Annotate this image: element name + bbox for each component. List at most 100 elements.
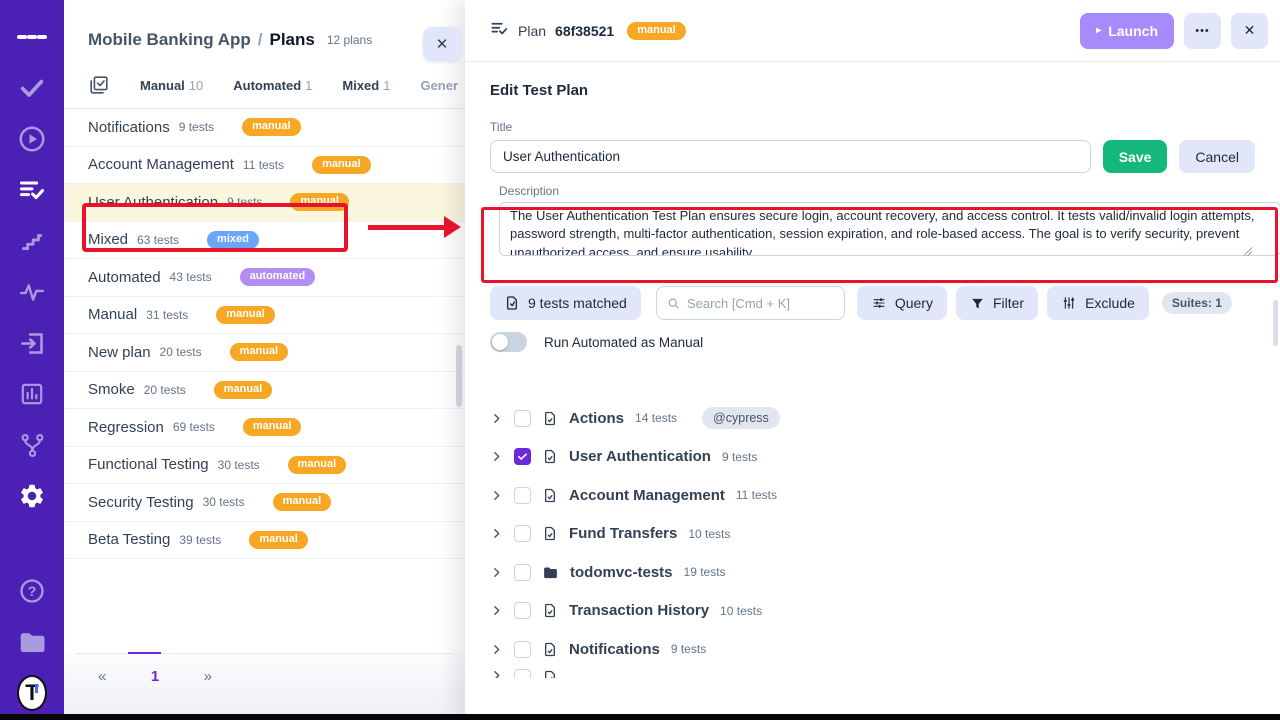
plan-list-item[interactable]: Notifications 9 tests manual — [64, 109, 465, 147]
reports-icon[interactable] — [17, 379, 47, 409]
search-input[interactable] — [687, 296, 834, 311]
plan-type-badge: manual — [230, 343, 289, 361]
pagination-prev-button[interactable]: « — [98, 668, 136, 685]
search-box — [656, 286, 845, 320]
title-input[interactable] — [490, 140, 1091, 173]
suite-checkbox[interactable] — [514, 669, 531, 678]
exclude-button[interactable]: Exclude — [1047, 286, 1149, 320]
description-textarea[interactable]: The User Authentication Test Plan ensure… — [499, 202, 1280, 256]
menu-icon[interactable] — [17, 22, 47, 52]
plan-list-item[interactable]: Functional Testing 30 tests manual — [64, 447, 465, 485]
plan-list-item[interactable]: Manual 31 tests manual — [64, 297, 465, 335]
select-all-icon[interactable] — [88, 74, 110, 96]
plans-panel-close-button[interactable]: ✕ — [423, 27, 461, 61]
suite-row[interactable]: todomvc-tests 19 tests — [490, 553, 1255, 592]
main-scrollbar-thumb[interactable] — [1273, 300, 1278, 346]
chevron-right-icon[interactable] — [490, 489, 503, 502]
sign-in-icon[interactable] — [17, 328, 47, 358]
plans-filter-tab[interactable]: Gener — [420, 78, 462, 93]
suite-name: Transaction History — [569, 602, 709, 619]
plans-scrollbar-thumb[interactable] — [456, 345, 462, 407]
play-circle-icon[interactable] — [17, 124, 47, 154]
suite-checkbox[interactable] — [514, 410, 531, 427]
query-button[interactable]: Query — [857, 286, 947, 320]
suite-checkbox[interactable] — [514, 602, 531, 619]
check-icon[interactable] — [17, 73, 47, 103]
activity-icon[interactable] — [17, 277, 47, 307]
plan-list-item[interactable]: Beta Testing 39 tests manual — [64, 522, 465, 560]
pagination-page-1[interactable]: 1 — [136, 668, 174, 685]
chevron-right-icon[interactable] — [490, 604, 503, 617]
plans-filter-tab[interactable]: Manual10 — [140, 78, 203, 93]
plan-list-item[interactable]: User Authentication 9 tests manual — [64, 184, 465, 222]
suite-checkbox[interactable] — [514, 487, 531, 504]
save-button[interactable]: Save — [1103, 140, 1168, 173]
tests-matched-button[interactable]: 9 tests matched — [490, 286, 641, 320]
chevron-right-icon[interactable] — [490, 450, 503, 463]
launch-button[interactable]: ▸ Launch — [1080, 13, 1174, 49]
chevron-right-icon[interactable] — [490, 527, 503, 540]
suite-name: Notifications — [569, 641, 660, 658]
plan-list-item[interactable]: Regression 69 tests manual — [64, 409, 465, 447]
plan-list-item[interactable]: Account Management 11 tests manual — [64, 147, 465, 185]
plan-test-count: 20 tests — [160, 345, 202, 359]
plan-list-item[interactable]: Security Testing 30 tests manual — [64, 484, 465, 522]
suite-checkbox[interactable] — [514, 525, 531, 542]
filter-button[interactable]: Filter — [956, 286, 1038, 320]
search-icon — [667, 296, 680, 311]
help-icon[interactable]: ? — [17, 576, 47, 606]
chevron-right-icon[interactable] — [490, 412, 503, 425]
textarea-resize-handle[interactable] — [1243, 247, 1252, 256]
cancel-button[interactable]: Cancel — [1179, 140, 1255, 173]
projects-folder-icon[interactable] — [17, 627, 47, 657]
plans-list-icon[interactable] — [17, 175, 47, 205]
plans-pagination-area: « 1 » — [64, 653, 465, 715]
close-plan-button[interactable]: ✕ — [1231, 13, 1268, 49]
plans-filter-tab[interactable]: Mixed1 — [342, 78, 390, 93]
plan-name: New plan — [88, 344, 151, 361]
toggle-label: Run Automated as Manual — [544, 335, 703, 350]
plan-type-badge: manual — [288, 456, 347, 474]
plan-test-count: 39 tests — [179, 533, 221, 547]
suite-row[interactable]: Actions 14 tests @cypress — [490, 399, 1255, 438]
suite-row[interactable]: User Authentication 9 tests — [490, 438, 1255, 477]
breadcrumb-project[interactable]: Mobile Banking App — [88, 30, 251, 50]
suite-row[interactable]: Transaction History 10 tests — [490, 592, 1255, 631]
suite-test-count: 10 tests — [688, 527, 730, 541]
chevron-right-icon[interactable] — [490, 669, 503, 678]
plan-type-badge: manual — [216, 306, 275, 324]
suite-checkbox[interactable] — [514, 641, 531, 658]
plan-type-badge: manual — [273, 493, 332, 511]
suite-file-icon — [542, 410, 558, 427]
plan-list-item[interactable]: Smoke 20 tests manual — [64, 372, 465, 410]
suite-file-icon — [542, 448, 558, 465]
description-field-label: Description — [499, 184, 1255, 198]
suite-checkbox[interactable] — [514, 448, 531, 465]
app-logo[interactable]: T — [17, 678, 47, 708]
pagination-next-button[interactable]: » — [174, 668, 212, 685]
suite-checkbox[interactable] — [514, 564, 531, 581]
pagination: « 1 » — [64, 654, 465, 715]
plan-list-item[interactable]: Mixed 63 tests mixed — [64, 222, 465, 260]
run-automated-toggle[interactable] — [490, 332, 527, 352]
steps-icon[interactable] — [17, 226, 47, 256]
edit-plan-heading: Edit Test Plan — [490, 82, 1255, 99]
branches-icon[interactable] — [17, 430, 47, 460]
plans-filter-tab[interactable]: Automated1 — [233, 78, 312, 93]
chevron-right-icon[interactable] — [490, 566, 503, 579]
plan-list-item[interactable]: Automated 43 tests automated — [64, 259, 465, 297]
plan-type-badge: mixed — [207, 231, 259, 249]
suite-row[interactable]: Notifications 9 tests — [490, 630, 1255, 669]
more-options-button[interactable]: ••• — [1184, 13, 1221, 49]
suite-name: Account Management — [569, 487, 725, 504]
suite-row[interactable]: Fund Transfers 10 tests — [490, 515, 1255, 554]
chevron-right-icon[interactable] — [490, 643, 503, 656]
plan-list-item[interactable]: New plan 20 tests manual — [64, 334, 465, 372]
settings-gear-icon[interactable] — [17, 481, 47, 511]
suite-row[interactable]: Account Management 11 tests — [490, 476, 1255, 515]
plan-name: User Authentication — [88, 194, 218, 211]
pagination-active-indicator — [128, 652, 161, 654]
suite-row[interactable] — [490, 669, 1255, 678]
plan-test-count: 30 tests — [218, 458, 260, 472]
suite-file-icon — [542, 487, 558, 504]
